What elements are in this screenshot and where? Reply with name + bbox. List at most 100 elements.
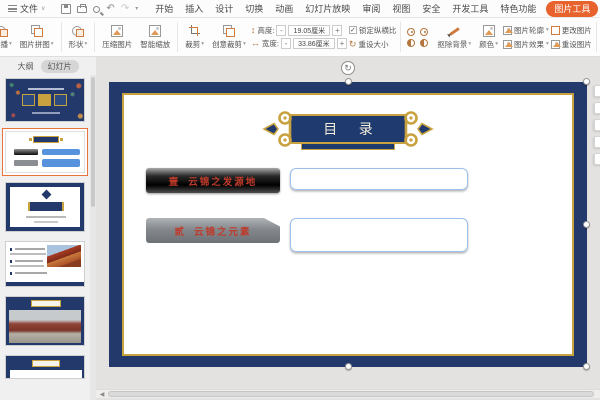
tab-design[interactable]: 设计 — [209, 2, 239, 15]
thumbnail-slide-6[interactable] — [5, 355, 85, 379]
contrast-up-icon[interactable] — [407, 39, 415, 47]
smart-zoom-icon — [149, 25, 161, 37]
tab-review[interactable]: 审阅 — [356, 2, 386, 15]
tab-special-features[interactable]: 特色功能 — [494, 2, 542, 15]
creative-crop-button[interactable]: 创意裁剪▾ — [209, 23, 249, 52]
tab-picture-tools-active[interactable]: 图片工具 — [546, 1, 598, 17]
checkbox-checked-icon: ✓ — [349, 26, 357, 34]
print-preview-icon[interactable] — [93, 6, 100, 13]
horizontal-scrollbar-thumb[interactable] — [108, 391, 594, 397]
thumbnail-bullet — [10, 272, 13, 275]
shapes-button[interactable]: 形状▾ — [66, 23, 91, 52]
redo-icon[interactable]: ↷ — [121, 4, 129, 14]
thumbnail-slide-1[interactable] — [5, 78, 85, 122]
height-increase-button[interactable]: + — [332, 25, 342, 36]
print-icon[interactable] — [77, 6, 87, 13]
dropdown-caret-icon: ▾ — [495, 41, 498, 47]
resize-handle-bottom-center[interactable] — [345, 363, 352, 370]
toc-item-1-description[interactable]: 云锦是江宁生产的最为华贵的高级丝织品 — [290, 168, 468, 190]
tab-devtools[interactable]: 开发工具 — [446, 2, 494, 15]
reset-picture-button[interactable]: 重设图片 — [551, 39, 592, 50]
undo-icon[interactable]: ↶ — [106, 4, 114, 14]
tab-transition[interactable]: 切换 — [239, 2, 269, 15]
brightness-down-icon[interactable] — [420, 28, 428, 36]
tab-security[interactable]: 安全 — [416, 2, 446, 15]
picture-effects-button[interactable]: 图片效果 ▾ — [503, 39, 549, 50]
tab-animation[interactable]: 动画 — [269, 2, 299, 15]
carousel-button[interactable]: 轮播▾ — [0, 23, 15, 52]
tab-slides-active[interactable]: 幻灯片 — [41, 60, 79, 73]
main-area: 大纲 幻灯片 — [0, 57, 600, 400]
divider — [94, 22, 95, 52]
save-icon[interactable] — [61, 4, 71, 14]
thumbnail-photo-palace — [9, 310, 81, 343]
thumbnail-bullet — [10, 248, 13, 251]
thumbnail-slide-4[interactable] — [5, 241, 85, 287]
floating-tool-button[interactable] — [594, 119, 600, 131]
width-value-field[interactable]: 33.86厘米 — [293, 38, 335, 49]
toc-item-1: 壹 云锦之发源地 云锦是江宁生产的最为华贵的高级丝织品 — [146, 168, 468, 193]
width-label: 宽度: — [262, 38, 279, 49]
slide-editing-area[interactable]: 目 录 壹 — [109, 82, 587, 367]
crop-button[interactable]: 裁剪▾ — [182, 23, 207, 52]
dropdown-caret-icon: ▾ — [51, 41, 54, 47]
picture-collage-button[interactable]: 图片拼图▾ — [17, 23, 57, 52]
floating-tool-button[interactable] — [594, 136, 600, 148]
width-increase-button[interactable]: + — [337, 38, 347, 49]
thumbnail-bottom-border — [6, 282, 85, 286]
thumbnail-slide-2-selected[interactable] — [2, 128, 88, 176]
compress-picture-icon — [111, 25, 123, 37]
file-menu-button[interactable]: 文件 ∨ — [3, 2, 50, 15]
tab-insert[interactable]: 插入 — [179, 2, 209, 15]
thumbnail-item2-tab — [14, 160, 38, 166]
color-button[interactable]: 颜色▾ — [476, 23, 501, 52]
tab-slideshow[interactable]: 幻灯片放映 — [299, 2, 356, 15]
crop-label: 裁剪 — [185, 39, 200, 50]
toc-item-1-tab[interactable]: 壹 云锦之发源地 — [146, 168, 280, 193]
toc-item-2-description[interactable]: 云化，特别是大量使用金线，更显得光彩夺目 — [290, 218, 468, 252]
compress-picture-button[interactable]: 压缩图片 — [99, 23, 135, 52]
floating-tool-button[interactable] — [594, 153, 600, 165]
menu-bar: 文件 ∨ ↶ ↷ ▾ 开始 插入 设计 切换 动画 幻灯片放映 审阅 视图 安全… — [0, 0, 600, 18]
thumbnail-text-line — [15, 272, 47, 274]
resize-handle-bottom-right[interactable] — [583, 363, 590, 370]
resize-handle-top-center[interactable] — [345, 78, 352, 85]
width-decrease-button[interactable]: - — [281, 38, 291, 49]
change-picture-button[interactable]: 更改图片 — [551, 25, 592, 36]
resize-handle-middle-right[interactable] — [583, 221, 590, 228]
panel-tabs: 大纲 幻灯片 — [0, 57, 96, 75]
tab-home[interactable]: 开始 — [149, 2, 179, 15]
dropdown-caret-icon: ▾ — [201, 41, 204, 47]
smart-zoom-button[interactable]: 智能缩放 — [137, 23, 173, 52]
picture-outline-button[interactable]: 图片轮廓 ▾ — [503, 25, 549, 36]
horizontal-scrollbar[interactable]: ◀ — [96, 389, 600, 398]
rotation-handle[interactable]: ↻ — [341, 61, 355, 75]
height-decrease-button[interactable]: - — [276, 25, 286, 36]
thumbnail-bullet — [10, 260, 13, 263]
brightness-up-icon[interactable] — [407, 28, 415, 36]
tab-outline[interactable]: 大纲 — [18, 61, 34, 72]
remove-background-button[interactable]: 抠除背景▾ — [434, 23, 474, 52]
panel-scrollbar-thumb[interactable] — [91, 77, 95, 207]
reset-size-button[interactable]: ↻ 重设大小 — [349, 39, 397, 50]
dropdown-caret-icon: ▾ — [546, 41, 549, 47]
compress-picture-label: 压缩图片 — [102, 39, 132, 50]
thumbnail-text-line — [34, 221, 58, 223]
contrast-down-icon[interactable] — [420, 39, 428, 47]
lock-aspect-ratio-checkbox[interactable]: ✓ 锁定纵横比 — [349, 25, 397, 36]
thumbnail-slide-3[interactable] — [5, 182, 85, 232]
toc-item-2-title: 云锦之元素 — [194, 224, 252, 238]
dropdown-caret-icon: ▾ — [243, 41, 246, 47]
floating-tool-button[interactable] — [594, 102, 600, 114]
outline-effects-group: 图片轮廓 ▾ 图片效果 ▾ — [503, 25, 549, 50]
chevron-down-icon[interactable]: ▾ — [135, 5, 138, 12]
reset-size-icon: ↻ — [349, 40, 357, 49]
resize-handle-top-right[interactable] — [583, 78, 590, 85]
scroll-left-arrow-icon[interactable]: ◀ — [96, 391, 108, 398]
tab-view[interactable]: 视图 — [386, 2, 416, 15]
toc-item-2-tab[interactable]: 贰 云锦之元素 — [146, 218, 280, 243]
floating-tool-button[interactable] — [594, 85, 600, 97]
divider — [177, 22, 178, 52]
height-value-field[interactable]: 19.05厘米 — [288, 25, 330, 36]
thumbnail-slide-5[interactable] — [5, 296, 85, 346]
